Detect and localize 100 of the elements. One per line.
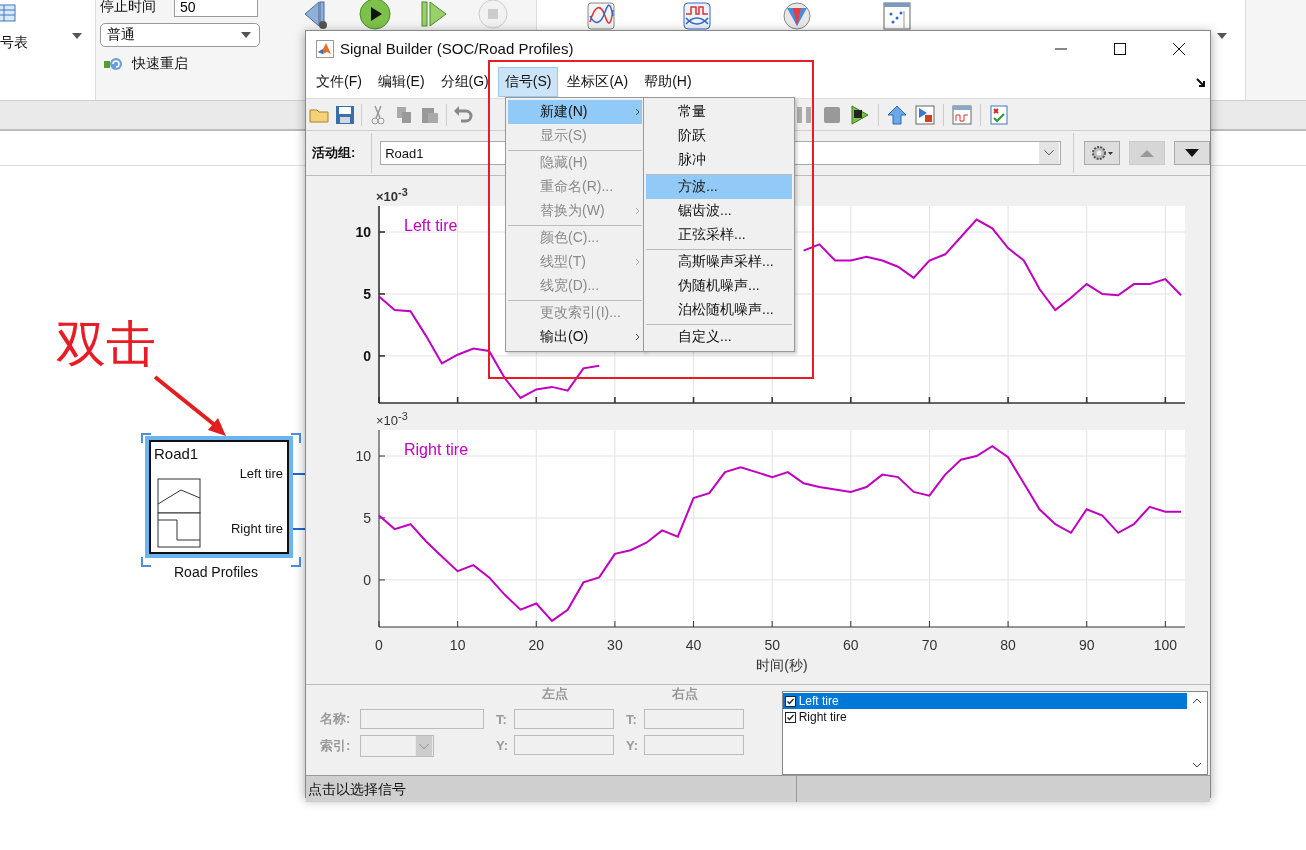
x-tick-label: 30 — [607, 637, 623, 653]
chevron-icon — [635, 108, 640, 116]
y-tick-label: 10 — [355, 224, 371, 240]
y-tick-label: 0 — [363, 571, 371, 588]
y-tick-label: 0 — [363, 347, 371, 364]
y-label: Y: — [496, 737, 508, 753]
block-label: Road1 — [154, 445, 199, 462]
menu-entry[interactable]: 阶跃 — [646, 124, 792, 148]
table-icon[interactable] — [0, 4, 16, 22]
menu-entry[interactable]: 高斯噪声采样... — [646, 249, 792, 274]
copy-icon[interactable] — [394, 104, 414, 125]
restart-icon[interactable] — [104, 57, 124, 71]
signal-name: Left tire — [404, 217, 458, 234]
block-caption: Road Profiles — [174, 564, 259, 580]
menu-entry[interactable]: 新建(N) — [508, 100, 642, 124]
gallery-label[interactable]: 号表 — [0, 34, 28, 52]
x-tick-label: 0 — [375, 637, 383, 653]
x-tick-label: 70 — [921, 637, 938, 653]
x-tick-label: 50 — [764, 637, 780, 653]
fast-restart-label[interactable]: 快速重启 — [132, 55, 188, 73]
scroll-down-icon[interactable] — [1192, 762, 1202, 768]
cut-icon[interactable] — [368, 104, 388, 125]
port-label: Left tire — [239, 466, 283, 481]
caret-icon[interactable] — [1217, 33, 1227, 39]
caret-icon[interactable] — [241, 32, 251, 38]
selection-handle[interactable] — [291, 557, 301, 567]
run-icon[interactable] — [359, 0, 391, 30]
undock-icon[interactable] — [1196, 78, 1206, 88]
x-axis-label: 时间(秒) — [756, 657, 808, 673]
selection-handle[interactable] — [141, 433, 151, 443]
move-down-button[interactable] — [1174, 141, 1210, 165]
signal-list-item[interactable]: Left tire — [782, 693, 1187, 709]
y-tick-label: 5 — [363, 285, 371, 302]
checkbox[interactable] — [784, 695, 796, 707]
menu-entry[interactable]: 输出(O) — [508, 325, 642, 349]
save-icon[interactable] — [335, 104, 355, 125]
menu-item[interactable]: 坐标区(A) — [560, 67, 636, 97]
menu-entry[interactable]: 常量 — [646, 100, 792, 124]
x-tick-label: 10 — [449, 637, 466, 653]
x-tick-label: 60 — [843, 637, 859, 653]
x-tick-label: 90 — [1078, 637, 1095, 653]
signal-icon[interactable] — [683, 2, 711, 30]
gear-icon — [1089, 145, 1115, 161]
sim-mode-dropdown[interactable]: 普通 — [100, 23, 260, 47]
menu-item[interactable]: 信号(S) — [497, 67, 559, 97]
checklist-icon[interactable] — [989, 104, 1009, 125]
signal-window-icon[interactable] — [952, 104, 972, 125]
signal-list-item[interactable]: Right tire — [782, 709, 1187, 725]
run-all-icon[interactable] — [850, 104, 870, 125]
active-group-label: 活动组: — [312, 144, 356, 162]
maximize-icon[interactable] — [1113, 41, 1127, 56]
caret-icon[interactable] — [72, 33, 82, 39]
menu-item[interactable]: 帮助(H) — [637, 67, 699, 97]
menu-entry[interactable]: 泊松随机噪声... — [646, 298, 792, 322]
record-icon[interactable] — [915, 104, 935, 125]
menu-entry[interactable]: 脉冲 — [646, 148, 792, 172]
port-line — [293, 528, 305, 530]
x-tick-label: 20 — [528, 637, 545, 653]
signal-name: Right tire — [404, 441, 469, 458]
grid-icon[interactable] — [883, 2, 911, 30]
selection-handle[interactable] — [141, 557, 151, 567]
chevron-icon — [635, 333, 640, 341]
selection-handle[interactable] — [291, 433, 301, 443]
close-icon[interactable] — [1172, 41, 1186, 56]
waveform-icon — [157, 478, 201, 548]
window-title: Signal Builder (SOC/Road Profiles) — [340, 40, 574, 57]
menu-entry[interactable]: 正弦采样... — [646, 223, 792, 247]
y-label: Y: — [626, 737, 638, 753]
axis-multiplier: ×10$^{-3}$ — [376, 410, 408, 428]
port-label: Right tire — [230, 521, 283, 536]
name-label: 名称: — [320, 710, 352, 728]
port-line — [293, 473, 305, 475]
menu-entry[interactable]: 锯齿波... — [646, 199, 792, 223]
menu-item[interactable]: 分组(G) — [433, 67, 496, 97]
t-label: T: — [496, 711, 508, 727]
menu-entry[interactable]: 伪随机噪声... — [646, 274, 792, 298]
y-tick-label: 10 — [355, 448, 371, 464]
triangle-down-icon — [1182, 148, 1202, 158]
menu-entry[interactable]: 自定义... — [646, 324, 792, 349]
x-tick-label: 40 — [685, 637, 702, 653]
up-arrow-icon[interactable] — [887, 104, 907, 125]
chevron-icon — [635, 207, 640, 215]
menu-item[interactable]: 文件(F) — [309, 67, 369, 97]
settings-button[interactable] — [1084, 141, 1120, 165]
t-label: T: — [626, 711, 638, 727]
scroll-up-icon[interactable] — [1192, 698, 1202, 704]
pause-icon[interactable] — [794, 104, 814, 125]
stop-time-label: 停止时间 — [100, 0, 156, 16]
menu-item[interactable]: 编辑(E) — [370, 67, 432, 97]
undo-icon[interactable] — [453, 104, 473, 125]
matlab-logo-icon — [316, 39, 334, 58]
annotation-text: 双击 — [56, 314, 156, 375]
stop-time-field[interactable]: 50 — [174, 0, 258, 17]
index-label: 索引: — [320, 737, 352, 755]
fan-icon[interactable] — [783, 2, 811, 30]
status-text: 点击以选择信号 — [306, 776, 797, 802]
stop-icon[interactable] — [822, 104, 842, 125]
scope-icon[interactable] — [587, 2, 615, 30]
checkbox[interactable] — [784, 711, 796, 723]
menu-entry[interactable]: 方波... — [646, 174, 792, 199]
